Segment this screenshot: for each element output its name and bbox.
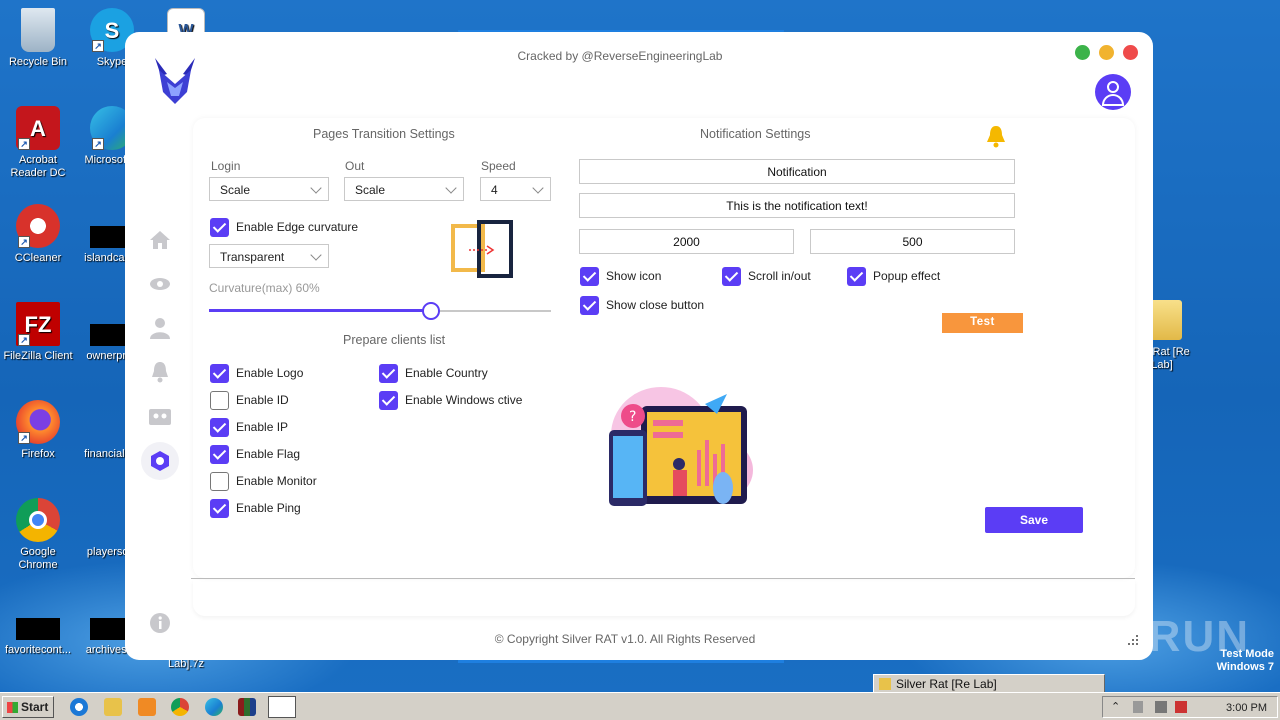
notification-duration-input[interactable]: 2000	[579, 229, 794, 254]
system-tray: ⌃ 3:00 PM	[1102, 696, 1278, 718]
enable-country-checkbox[interactable]: Enable Country	[379, 363, 488, 383]
divider	[191, 578, 1135, 579]
save-button[interactable]: Save	[985, 507, 1083, 533]
silver-rat-taskbar-icon[interactable]	[268, 696, 296, 718]
checkbox-box[interactable]	[210, 417, 229, 437]
speed-select[interactable]: 4	[480, 177, 551, 201]
show-icon-checkbox[interactable]: Show icon	[580, 266, 661, 286]
silver-rat-logo-icon	[155, 58, 195, 104]
chevron-down-icon	[445, 182, 457, 194]
prepare-clients-title: Prepare clients list	[343, 333, 446, 347]
internet-explorer-icon[interactable]	[70, 698, 88, 716]
windows-flag-icon	[7, 702, 18, 713]
network-icon[interactable]	[1155, 701, 1167, 713]
speed-label: Speed	[481, 159, 516, 173]
edge-taskbar-icon[interactable]	[205, 698, 223, 716]
resize-grip-icon[interactable]	[1127, 634, 1139, 646]
enable-id-checkbox[interactable]: Enable ID	[210, 390, 289, 410]
winrar-taskbar-icon[interactable]	[238, 698, 256, 716]
checkbox-box[interactable]	[847, 266, 866, 286]
curvature-slider-fill	[209, 309, 432, 312]
checkbox-box[interactable]	[210, 363, 229, 383]
edge-curvature-checkbox[interactable]: Enable Edge curvature	[210, 217, 358, 237]
out-transition-select[interactable]: Scale	[344, 177, 464, 201]
chevron-down-icon	[310, 249, 322, 261]
taskbar: Start ⌃ 3:00 PM	[0, 692, 1280, 720]
close-button[interactable]	[1123, 45, 1138, 60]
user-avatar-icon[interactable]	[1095, 74, 1131, 110]
enable-monitor-checkbox[interactable]: Enable Monitor	[210, 471, 317, 491]
show-close-button-checkbox[interactable]: Show close button	[580, 295, 704, 315]
enable-ping-checkbox[interactable]: Enable Ping	[210, 498, 301, 518]
action-center-icon[interactable]	[1175, 701, 1187, 713]
file-explorer-icon[interactable]	[104, 698, 122, 716]
filezilla-icon[interactable]: FZ ↗ FileZilla Client	[0, 302, 76, 363]
scroll-in-out-checkbox[interactable]: Scroll in/out	[722, 266, 811, 286]
eye-icon[interactable]	[147, 272, 173, 298]
chevron-down-icon	[532, 182, 544, 194]
notification-title-input[interactable]: Notification	[579, 159, 1015, 184]
copyright-text: © Copyright Silver RAT v1.0. All Rights …	[494, 632, 756, 646]
chrome-taskbar-icon[interactable]	[171, 698, 189, 716]
settings-hexagon-icon[interactable]	[147, 448, 173, 474]
login-label: Login	[211, 159, 241, 173]
media-player-icon[interactable]	[138, 698, 156, 716]
enable-windows-active-checkbox[interactable]: Enable Windows ctive	[379, 390, 522, 410]
checkbox-box[interactable]	[210, 390, 229, 410]
pages-transition-title: Pages Transition Settings	[313, 127, 455, 141]
svg-text:?: ?	[629, 409, 636, 425]
out-label: Out	[345, 159, 365, 173]
window-title: Cracked by @ReverseEngineeringLab	[517, 49, 723, 63]
bell-icon[interactable]	[147, 359, 173, 385]
footer-panel	[193, 580, 1135, 616]
ccleaner-icon[interactable]: ↗ CCleaner	[0, 204, 76, 265]
chevron-down-icon	[310, 182, 322, 194]
notification-settings-title: Notification Settings	[700, 127, 811, 141]
robot-icon[interactable]	[147, 403, 173, 429]
enable-ip-checkbox[interactable]: Enable IP	[210, 417, 288, 437]
info-icon[interactable]	[147, 610, 173, 636]
firefox-icon[interactable]: ↗ Firefox	[0, 400, 76, 461]
test-notification-button[interactable]: Test	[942, 313, 1023, 333]
speaker-icon[interactable]	[1133, 701, 1143, 713]
chrome-icon[interactable]: Google Chrome	[0, 498, 76, 572]
minimize-button[interactable]	[1099, 45, 1114, 60]
checkbox-box[interactable]	[210, 444, 229, 464]
checkbox-box[interactable]	[379, 363, 398, 383]
taskbar-window-silver-rat[interactable]: Silver Rat [Re Lab]	[873, 674, 1105, 693]
checkbox-box[interactable]	[210, 217, 229, 237]
checkbox-box[interactable]	[379, 390, 398, 410]
checkbox-box[interactable]	[580, 295, 599, 315]
curvature-label: Curvature(max) 60%	[209, 281, 320, 295]
checkbox-box[interactable]	[722, 266, 741, 286]
favoritecont-file-icon[interactable]: favoritecont...	[0, 596, 76, 657]
tray-expand-icon[interactable]: ⌃	[1111, 700, 1120, 713]
acrobat-reader-icon[interactable]: A ↗ Acrobat Reader DC	[0, 106, 76, 180]
notification-text-input[interactable]: This is the notification text!	[579, 193, 1015, 218]
checkbox-box[interactable]	[210, 471, 229, 491]
clock: 3:00 PM	[1226, 702, 1267, 714]
start-button[interactable]: Start	[2, 696, 54, 718]
dashboard-illustration: ?	[609, 387, 753, 506]
checkbox-box[interactable]	[210, 498, 229, 518]
popup-effect-checkbox[interactable]: Popup effect	[847, 266, 940, 286]
enable-flag-checkbox[interactable]: Enable Flag	[210, 444, 300, 464]
silver-rat-window: Cracked by @ReverseEngineeringLab Pages …	[125, 32, 1153, 660]
recycle-bin-icon[interactable]: Recycle Bin	[0, 8, 76, 69]
login-transition-select[interactable]: Scale	[209, 177, 329, 201]
background-select[interactable]: Transparent	[209, 244, 329, 268]
user-icon[interactable]	[147, 315, 173, 341]
folder-icon	[879, 678, 891, 690]
enable-logo-checkbox[interactable]: Enable Logo	[210, 363, 303, 383]
home-icon[interactable]	[147, 227, 173, 253]
checkbox-box[interactable]	[580, 266, 599, 286]
transition-preview-icon	[451, 220, 513, 278]
maximize-button[interactable]	[1075, 45, 1090, 60]
notification-delay-input[interactable]: 500	[810, 229, 1015, 254]
test-mode-text: Test Mode Windows 7	[1216, 648, 1274, 673]
notification-bell-icon[interactable]	[985, 124, 1007, 148]
